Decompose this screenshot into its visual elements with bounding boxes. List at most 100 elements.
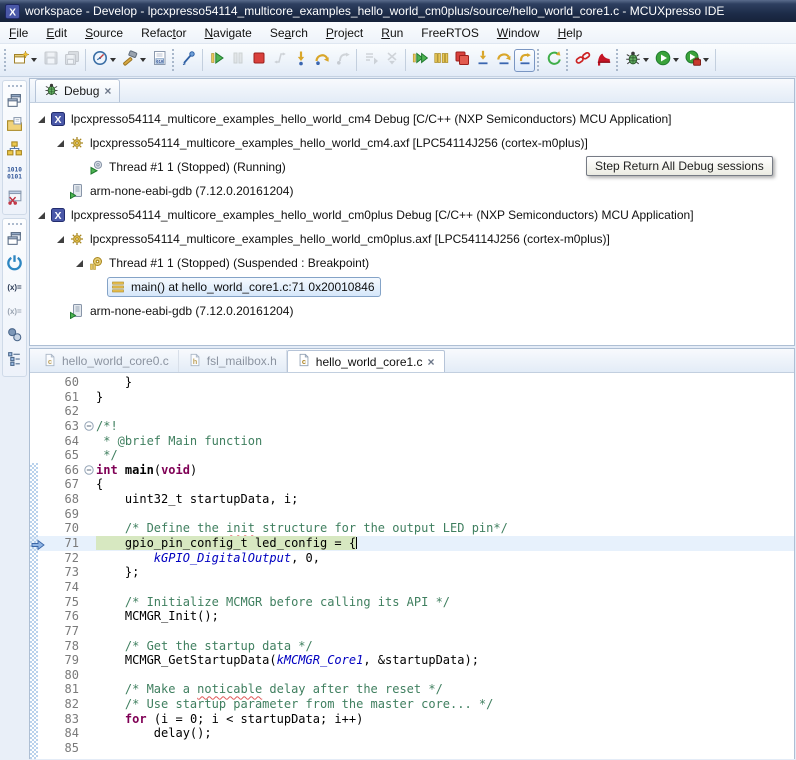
red-shoe-button[interactable] bbox=[593, 49, 614, 72]
mcuxpresso-ide-window: X workspace - Develop - lpcxpresso54114_… bbox=[0, 0, 796, 760]
sidebar-project-explorer[interactable] bbox=[3, 115, 26, 139]
save-button[interactable] bbox=[40, 49, 61, 72]
dropdown-caret-icon[interactable] bbox=[110, 58, 116, 62]
resume-button[interactable] bbox=[206, 49, 227, 72]
step-over-button[interactable] bbox=[311, 49, 332, 72]
debug-tree-row[interactable]: lpcxpresso54114_multicore_examples_hello… bbox=[30, 131, 794, 155]
editor-tab-hello_world_core0.c[interactable]: chello_world_core0.c bbox=[34, 350, 179, 372]
menu-source[interactable]: Source bbox=[76, 23, 132, 43]
tree-expander-icon[interactable] bbox=[55, 234, 66, 245]
menu-refactor[interactable]: Refactor bbox=[132, 23, 195, 43]
profile-config-button[interactable] bbox=[682, 49, 712, 72]
dropdown-caret-icon[interactable] bbox=[673, 58, 679, 62]
code-line: 85 bbox=[30, 741, 794, 756]
sidebar-outline-view[interactable] bbox=[3, 349, 26, 373]
restart-button[interactable] bbox=[543, 49, 564, 72]
toolbar-grip[interactable] bbox=[537, 49, 540, 71]
step-into-all-button[interactable] bbox=[472, 49, 493, 72]
tree-expander-icon[interactable] bbox=[36, 210, 47, 221]
minimized-view-strip: 10100101 (x)=(x)= bbox=[0, 77, 29, 760]
menu-navigate[interactable]: Navigate bbox=[195, 23, 260, 43]
step-into-button[interactable] bbox=[290, 49, 311, 72]
thread-pause-icon bbox=[88, 255, 105, 271]
stack-grip[interactable] bbox=[3, 221, 26, 227]
debug-tree-row[interactable]: Xlpcxpresso54114_multicore_examples_hell… bbox=[30, 203, 794, 227]
dropdown-caret-icon[interactable] bbox=[703, 58, 709, 62]
debug-tree-row[interactable]: Thread #1 1 (Stopped) (Suspended : Break… bbox=[30, 251, 794, 275]
close-icon[interactable]: × bbox=[428, 356, 435, 368]
menu-window[interactable]: Window bbox=[488, 23, 549, 43]
link-editor-button[interactable] bbox=[572, 49, 593, 72]
stack-grip[interactable] bbox=[3, 83, 26, 89]
sidebar-restore-view[interactable] bbox=[3, 91, 26, 115]
menu-file[interactable]: File bbox=[0, 23, 37, 43]
resume-all-button[interactable] bbox=[409, 49, 430, 72]
debug-tree-row[interactable]: main() at hello_world_core1.c:71 0x20010… bbox=[30, 275, 794, 299]
debug-tree-row[interactable]: arm-none-eabi-gdb (7.12.0.20161204) bbox=[30, 179, 794, 203]
debug-tree-row[interactable]: Xlpcxpresso54114_multicore_examples_hell… bbox=[30, 107, 794, 131]
line-number: 74 bbox=[46, 580, 82, 595]
dropdown-caret-icon[interactable] bbox=[31, 58, 37, 62]
editor-tab-hello_world_core1.c[interactable]: chello_world_core1.c× bbox=[287, 350, 445, 372]
sidebar-breakpoints-view[interactable] bbox=[3, 325, 26, 349]
code-segment: ( bbox=[154, 463, 161, 477]
sidebar-quickstart-power[interactable] bbox=[3, 253, 26, 277]
sidebar-expressions-view[interactable]: (x)= bbox=[3, 301, 26, 325]
fold-spacer bbox=[82, 521, 96, 536]
debug-probe-button[interactable] bbox=[89, 49, 119, 72]
tab-debug[interactable]: Debug × bbox=[35, 79, 120, 102]
sidebar-restore-view[interactable] bbox=[3, 229, 26, 253]
step-over-all-button[interactable] bbox=[493, 49, 514, 72]
build-hammer-button[interactable] bbox=[119, 49, 149, 72]
editor-body[interactable]: 60 }61}6263/*!64 * @brief Main function6… bbox=[30, 373, 794, 759]
close-icon[interactable]: × bbox=[104, 85, 111, 97]
svg-text:0101: 0101 bbox=[7, 173, 22, 180]
code-segment: void bbox=[161, 463, 190, 477]
sidebar-variables-view[interactable]: (x)= bbox=[3, 277, 26, 301]
sidebar-faults-view[interactable] bbox=[3, 187, 26, 211]
dropdown-caret-icon[interactable] bbox=[643, 58, 649, 62]
menu-run[interactable]: Run bbox=[372, 23, 412, 43]
sidebar-peripherals-view[interactable] bbox=[3, 139, 26, 163]
suspend-all-button[interactable] bbox=[430, 49, 451, 72]
fold-minus-icon[interactable] bbox=[82, 463, 96, 478]
new-wizard-button[interactable] bbox=[10, 49, 40, 72]
menu-search[interactable]: Search bbox=[261, 23, 317, 43]
menu-freertos[interactable]: FreeRTOS bbox=[412, 23, 488, 43]
disconnect-button[interactable] bbox=[269, 49, 290, 72]
selected-stack-frame[interactable]: main() at hello_world_core1.c:71 0x20010… bbox=[107, 277, 381, 297]
debug-tree-row[interactable]: arm-none-eabi-gdb (7.12.0.20161204) bbox=[30, 299, 794, 323]
editor-tab-fsl_mailbox.h[interactable]: hfsl_mailbox.h bbox=[179, 350, 287, 372]
line-number: 64 bbox=[46, 434, 82, 449]
drop-to-frame-button[interactable] bbox=[381, 49, 402, 72]
fold-minus-icon[interactable] bbox=[82, 419, 96, 434]
code-segment: */ bbox=[96, 448, 118, 462]
terminate-all-button[interactable] bbox=[451, 49, 472, 72]
fold-spacer bbox=[82, 375, 96, 390]
instruction-stepping-button[interactable] bbox=[360, 49, 381, 72]
menu-help[interactable]: Help bbox=[549, 23, 592, 43]
dropdown-caret-icon[interactable] bbox=[140, 58, 146, 62]
menu-project[interactable]: Project bbox=[317, 23, 372, 43]
debug-config-button[interactable] bbox=[622, 49, 652, 72]
run-config-button[interactable] bbox=[652, 49, 682, 72]
new-wizard-icon bbox=[13, 50, 29, 71]
step-return-all-button[interactable] bbox=[514, 49, 535, 72]
toolbar-grip[interactable] bbox=[172, 49, 175, 71]
debug-tree-row[interactable]: lpcxpresso54114_multicore_examples_hello… bbox=[30, 227, 794, 251]
menu-edit[interactable]: Edit bbox=[37, 23, 76, 43]
sidebar-registers-view[interactable]: 10100101 bbox=[3, 163, 26, 187]
toolbar-grip[interactable] bbox=[566, 49, 569, 71]
tree-expander-icon[interactable] bbox=[36, 114, 47, 125]
tree-expander-icon[interactable] bbox=[55, 138, 66, 149]
step-return-button[interactable] bbox=[332, 49, 353, 72]
probe-pin-button[interactable] bbox=[178, 49, 199, 72]
toolbar-grip[interactable] bbox=[4, 49, 7, 71]
toolbar-grip[interactable] bbox=[616, 49, 619, 71]
suspend-button[interactable] bbox=[227, 49, 248, 72]
binary-file-button[interactable]: 010 bbox=[149, 49, 170, 72]
profile-config-icon bbox=[685, 50, 701, 71]
save-all-button[interactable] bbox=[61, 49, 82, 72]
terminate-button[interactable] bbox=[248, 49, 269, 72]
tree-expander-icon[interactable] bbox=[74, 258, 85, 269]
